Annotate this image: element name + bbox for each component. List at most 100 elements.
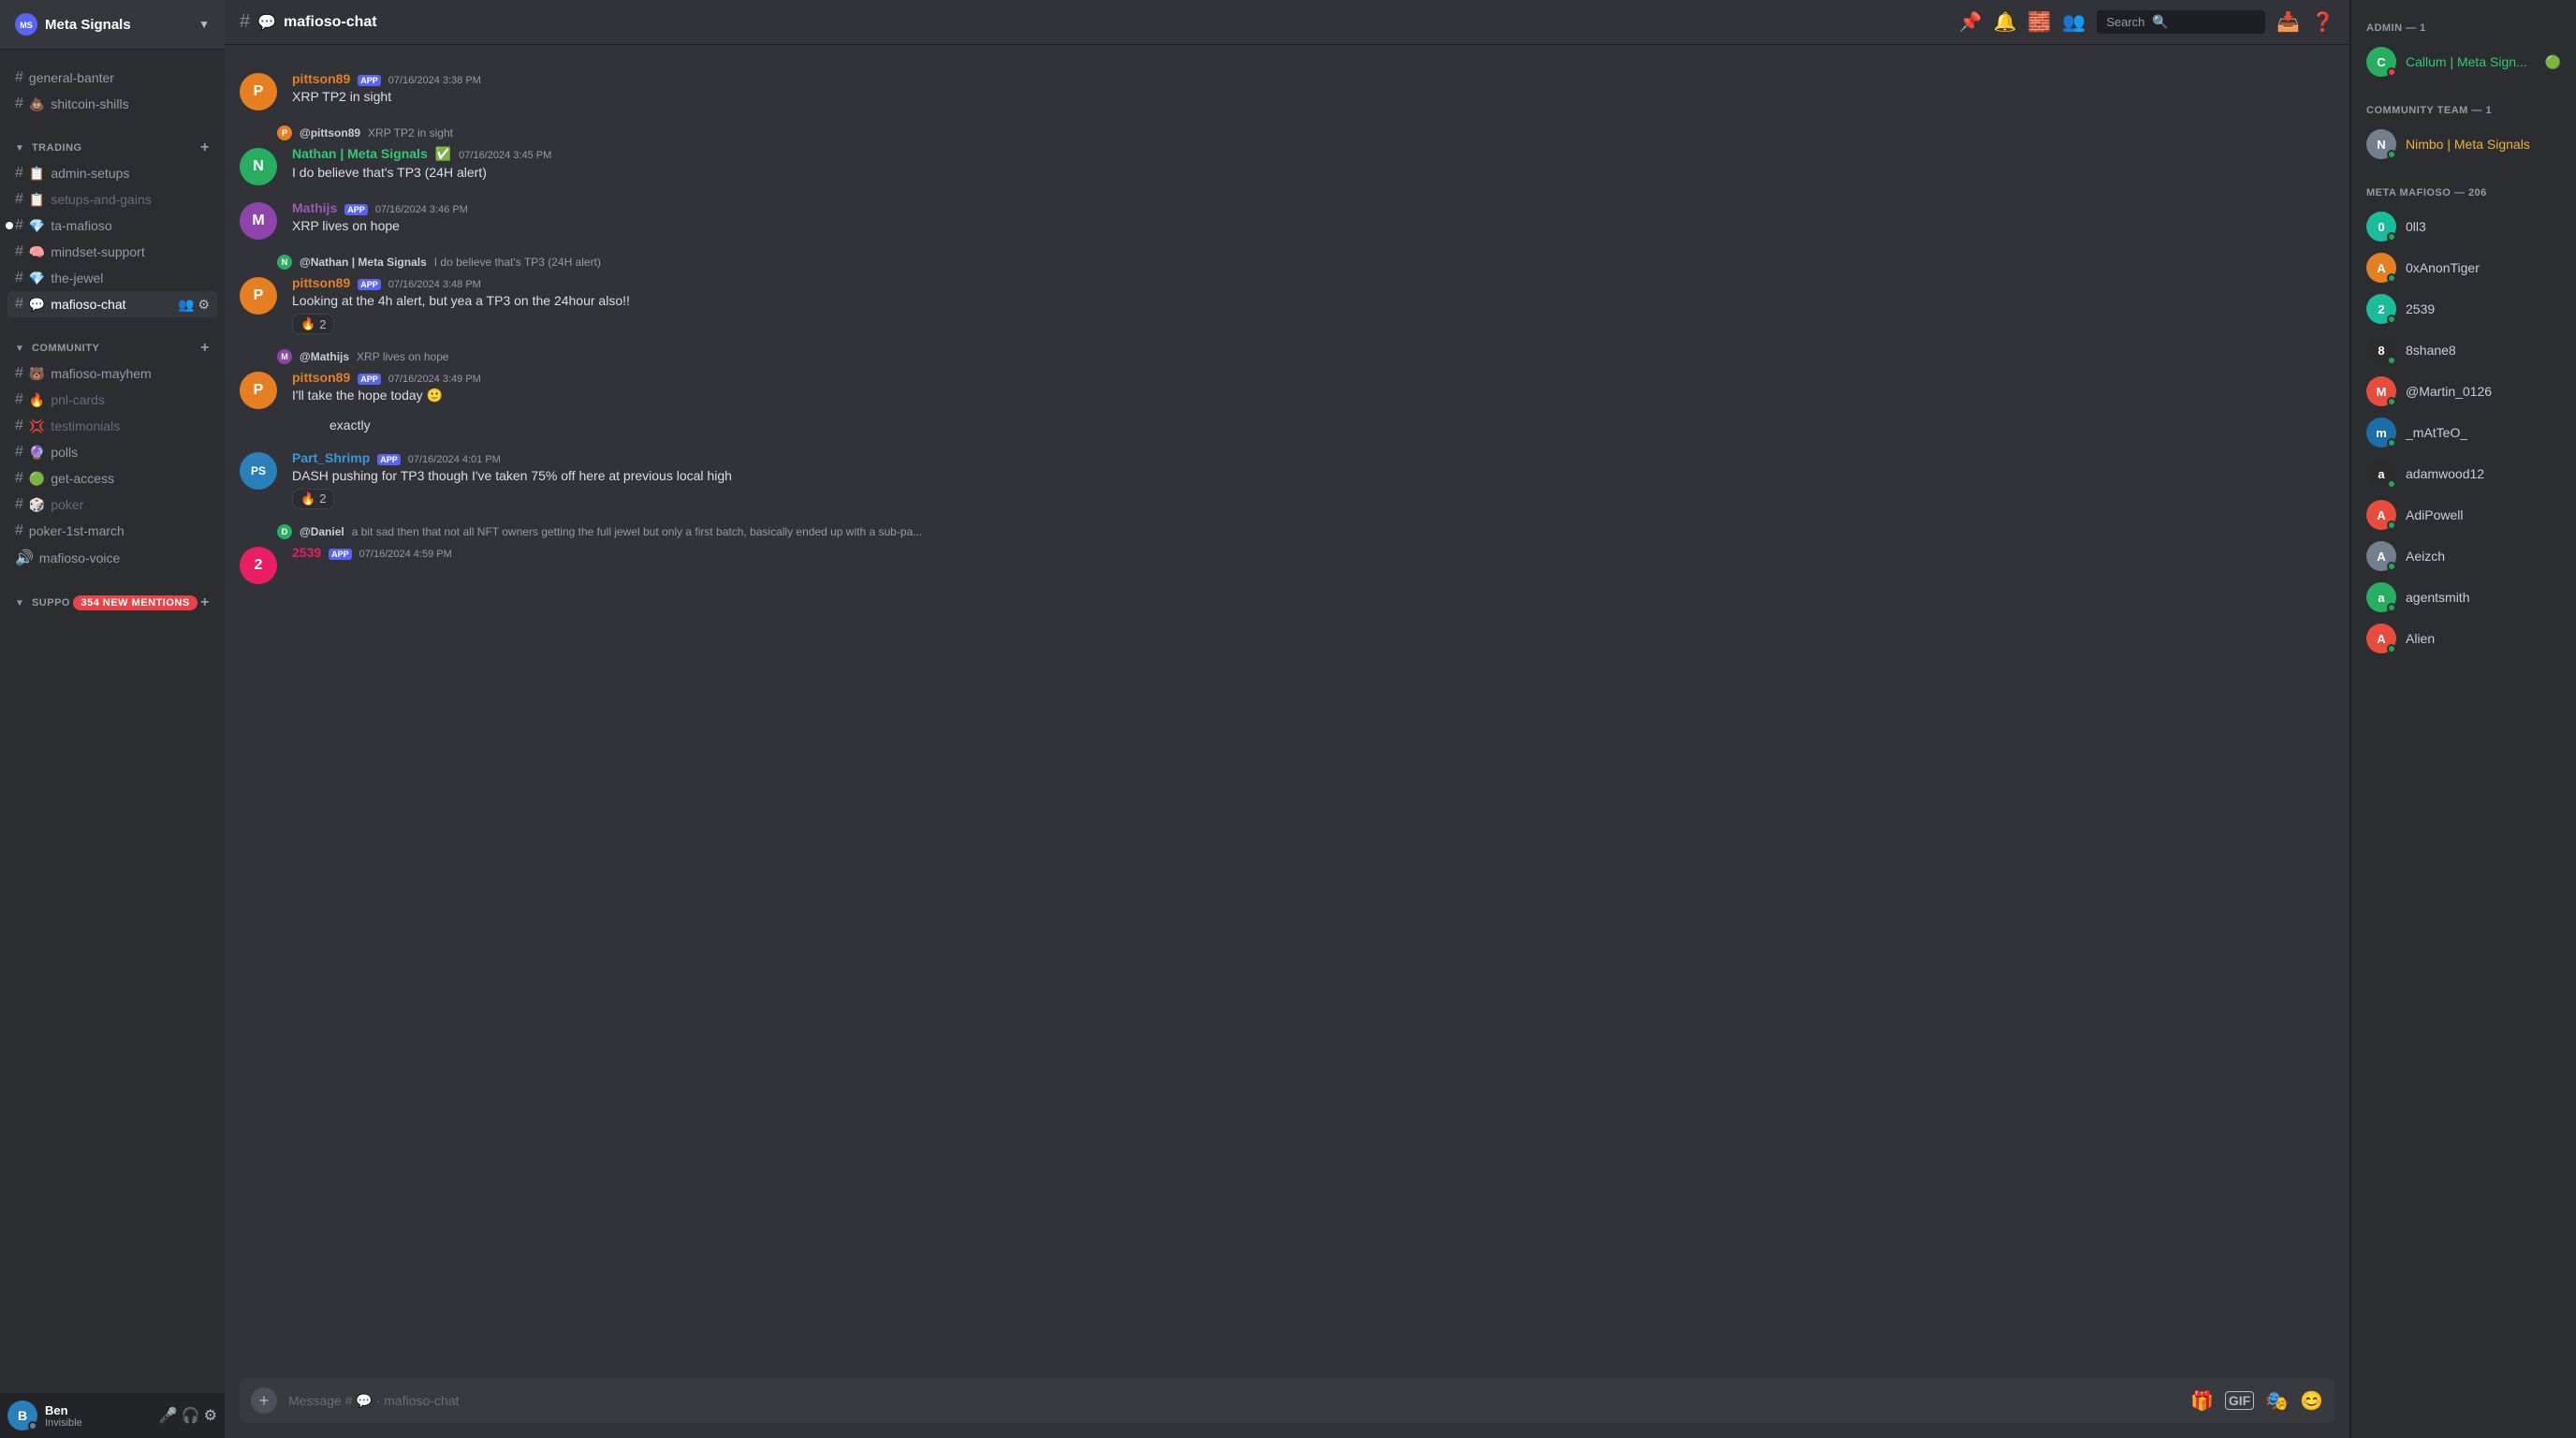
- member-avatar: M: [2366, 376, 2396, 406]
- member-aeizch[interactable]: A Aeizch: [2351, 536, 2576, 577]
- message-header: pittson89 APP 07/16/2024 3:38 PM: [292, 71, 2334, 86]
- sticker-icon[interactable]: 🎭: [2265, 1389, 2289, 1413]
- reply-username: @Nathan | Meta Signals: [300, 256, 427, 269]
- member-adamwood12[interactable]: a adamwood12: [2351, 453, 2576, 494]
- reply-avatar: P: [277, 125, 292, 140]
- settings-icon[interactable]: ⚙: [198, 297, 210, 313]
- settings-icon[interactable]: ⚙: [204, 1406, 217, 1425]
- reaction-fire[interactable]: 🔥 2: [292, 314, 334, 334]
- member-name: Aeizch: [2406, 549, 2445, 564]
- reply-text: XRP TP2 in sight: [368, 126, 453, 139]
- channel-mindset-support[interactable]: # 🧠 mindset-support: [7, 239, 217, 265]
- bell-icon[interactable]: 🔔: [1993, 10, 2016, 34]
- channel-admin-setups[interactable]: # 📋 admin-setups: [7, 160, 217, 186]
- member-adipowell[interactable]: A AdiPowell: [2351, 494, 2576, 536]
- chat-header: # 💬 mafioso-chat 📌 🔔 🧱 👥 Search 🔍 📥 ❓: [225, 0, 2349, 45]
- message-header: Mathijs APP 07/16/2024 3:46 PM: [292, 200, 2334, 215]
- add-channel-icon[interactable]: +: [200, 139, 210, 156]
- search-placeholder: Search: [2106, 15, 2144, 29]
- channel-mafioso-voice[interactable]: 🔊 mafioso-voice: [7, 544, 217, 572]
- hash-icon: #: [15, 217, 23, 234]
- member-8shane8[interactable]: 8 8shane8: [2351, 330, 2576, 371]
- block-icon[interactable]: 🧱: [2027, 10, 2051, 34]
- message-text: I'll take the hope today 🙂: [292, 387, 2334, 404]
- channel-get-access[interactable]: # 🟢 get-access: [7, 465, 217, 492]
- bot-badge: APP: [329, 549, 352, 560]
- pin-icon[interactable]: 📌: [1959, 10, 1983, 34]
- status-indicator: [2387, 521, 2396, 530]
- message-text: XRP lives on hope: [292, 217, 2334, 235]
- gif-icon[interactable]: GIF: [2225, 1391, 2254, 1410]
- hash-icon: #: [15, 522, 23, 539]
- bot-badge: APP: [358, 374, 381, 385]
- members-icon[interactable]: 👥: [178, 297, 194, 313]
- add-channel-icon[interactable]: +: [200, 340, 210, 357]
- support-section: ▼ SUPPO 354 NEW MENTIONS +: [0, 576, 225, 619]
- add-channel-icon[interactable]: +: [200, 594, 210, 611]
- member-name: adamwood12: [2406, 466, 2484, 481]
- message-username[interactable]: pittson89: [292, 275, 350, 290]
- member-agentsmith[interactable]: a agentsmith: [2351, 577, 2576, 618]
- status-indicator: [2387, 438, 2396, 448]
- help-icon[interactable]: ❓: [2311, 10, 2334, 34]
- hash-icon: #: [15, 391, 23, 408]
- mute-icon[interactable]: 🎤: [159, 1406, 178, 1425]
- member-nimbo[interactable]: N Nimbo | Meta Signals: [2351, 124, 2576, 165]
- channel-item-shitcoin-shills[interactable]: # 💩 shitcoin-shills: [7, 91, 217, 117]
- member-alien[interactable]: A Alien: [2351, 618, 2576, 659]
- support-section-header[interactable]: ▼ SUPPO 354 NEW MENTIONS +: [7, 591, 217, 615]
- reply-avatar: D: [277, 524, 292, 539]
- message-text: exactly: [329, 417, 2334, 434]
- hash-icon: #: [15, 296, 23, 313]
- channel-pnl-cards[interactable]: # 🔥 pnl-cards: [7, 387, 217, 413]
- gift-icon[interactable]: 🎁: [2190, 1389, 2214, 1413]
- emoji-icon[interactable]: 😊: [2300, 1389, 2323, 1413]
- channel-testimonials[interactable]: # 💢 testimonials: [7, 413, 217, 439]
- members-icon[interactable]: 👥: [2062, 10, 2086, 34]
- community-section-header[interactable]: ▼ COMMUNITY +: [7, 336, 217, 360]
- reply-indicator: M @Mathijs XRP lives on hope: [225, 349, 2349, 366]
- channel-mafioso-chat[interactable]: # 💬 mafioso-chat 👥 ⚙: [7, 291, 217, 317]
- avatar: N: [240, 148, 277, 185]
- member-2539[interactable]: 2 2539: [2351, 288, 2576, 330]
- add-attachment-button[interactable]: +: [251, 1387, 277, 1414]
- channel-polls[interactable]: # 🔮 polls: [7, 439, 217, 465]
- channel-mafioso-mayhem[interactable]: # 🐻 mafioso-mayhem: [7, 360, 217, 387]
- message-username[interactable]: pittson89: [292, 71, 350, 86]
- channel-poker[interactable]: # 🎲 poker: [7, 492, 217, 518]
- message-text: XRP TP2 in sight: [292, 88, 2334, 106]
- channel-poker-1st-march[interactable]: # poker-1st-march: [7, 518, 217, 544]
- search-bar[interactable]: Search 🔍: [2097, 10, 2265, 34]
- member-0xanontiger[interactable]: A 0xAnonTiger: [2351, 247, 2576, 288]
- member-0ll3[interactable]: 0 0ll3: [2351, 206, 2576, 247]
- reaction-fire[interactable]: 🔥 2: [292, 489, 334, 509]
- message-timestamp: 07/16/2024 4:59 PM: [359, 549, 452, 560]
- trading-section-header[interactable]: ▼ TRADING +: [7, 136, 217, 160]
- message-username[interactable]: Nathan | Meta Signals: [292, 146, 428, 161]
- admin-section: ADMIN — 1 C Callum | Meta Sign... 🟢: [2351, 15, 2576, 82]
- message-username[interactable]: pittson89: [292, 370, 350, 385]
- message-username[interactable]: Part_Shrimp: [292, 450, 370, 465]
- inbox-icon[interactable]: 📥: [2276, 10, 2300, 34]
- username-display: Ben: [45, 1403, 152, 1417]
- member-avatar: 8: [2366, 335, 2396, 365]
- input-actions: 🎁 GIF 🎭 😊: [2190, 1389, 2323, 1413]
- user-info: Ben Invisible: [45, 1403, 152, 1429]
- message-input[interactable]: Message # 💬 · mafioso-chat: [288, 1393, 2179, 1409]
- headset-icon[interactable]: 🎧: [182, 1406, 200, 1425]
- message-username[interactable]: Mathijs: [292, 200, 337, 215]
- channel-the-jewel[interactable]: # 💎 the-jewel: [7, 265, 217, 291]
- channel-ta-mafioso[interactable]: # 💎 ta-mafioso: [7, 213, 217, 239]
- message-username[interactable]: 2539: [292, 545, 321, 560]
- chevron-down-icon: ▼: [198, 18, 210, 31]
- member-callum[interactable]: C Callum | Meta Sign... 🟢: [2351, 41, 2576, 82]
- reply-username: @Daniel: [300, 525, 344, 538]
- avatar: M: [240, 202, 277, 240]
- channel-item-general-banter[interactable]: # general-banter: [7, 65, 217, 91]
- server-name: Meta Signals: [45, 17, 131, 33]
- channel-setups-and-gains[interactable]: # 📋 setups-and-gains: [7, 186, 217, 213]
- member-martin-0126[interactable]: M @Martin_0126: [2351, 371, 2576, 412]
- server-header[interactable]: MS Meta Signals ▼: [0, 0, 225, 50]
- meta-mafioso-section: META MAFIOSO — 206 0 0ll3 A 0xAnonTiger …: [2351, 180, 2576, 659]
- member-mateo[interactable]: m _mAtTeO_: [2351, 412, 2576, 453]
